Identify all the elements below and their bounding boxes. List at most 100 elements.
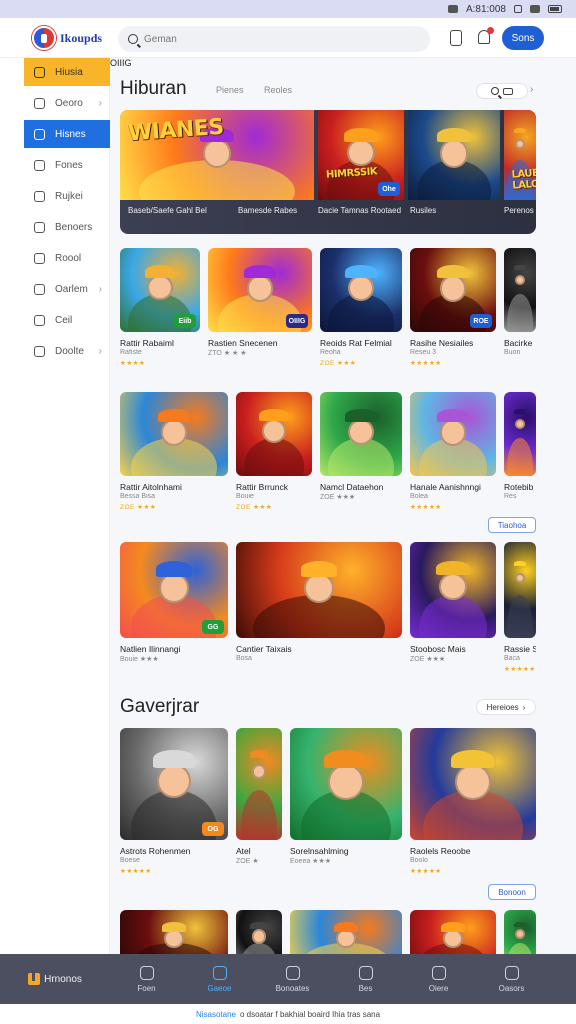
- sidebar-item-9[interactable]: Doolte ›: [24, 337, 110, 365]
- sidebar-item-7[interactable]: Oarlem ›: [24, 275, 110, 303]
- sidebar-item-0[interactable]: Hiusia: [24, 58, 110, 86]
- game-title[interactable]: Bacirke: [504, 338, 536, 348]
- sidebar-item-label: Doolte: [55, 345, 84, 357]
- game-title[interactable]: Cantier Taixais: [236, 644, 402, 654]
- game-thumbnail[interactable]: [290, 910, 402, 954]
- game-thumbnail[interactable]: [504, 248, 536, 332]
- signal-icon: [530, 5, 540, 13]
- device-icon[interactable]: [450, 30, 462, 46]
- featured-title[interactable]: Dacie Tamnas Rootaed: [318, 206, 401, 215]
- sidebar-item-label: Roool: [55, 252, 82, 264]
- game-thumbnail[interactable]: [236, 728, 282, 840]
- game-thumbnail[interactable]: [320, 248, 402, 332]
- game-title[interactable]: Stoobosc Mais: [410, 644, 496, 654]
- game-thumbnail[interactable]: [410, 392, 496, 476]
- sidebar-item-8[interactable]: Ceil: [24, 306, 110, 334]
- bottom-app-button[interactable]: Hrnonos: [0, 954, 110, 1004]
- game-title[interactable]: Rattir Aitolnhami: [120, 482, 228, 492]
- game-thumbnail[interactable]: [410, 542, 496, 638]
- nav-item-5[interactable]: Oasors: [475, 954, 548, 1004]
- more-button-2[interactable]: Bonoon: [488, 884, 536, 900]
- sidebar-item-4[interactable]: Rujkei: [24, 182, 110, 210]
- game-title[interactable]: Rotebib: [504, 482, 536, 492]
- tab-pienes[interactable]: Pienes: [216, 85, 244, 95]
- game-title[interactable]: Reoids Rat Felmial: [320, 338, 402, 348]
- featured-title[interactable]: Baseb/Saefe Gahl Bel: [128, 206, 207, 215]
- game-thumbnail[interactable]: ROE: [410, 248, 496, 332]
- game-thumbnail[interactable]: GG: [120, 542, 228, 638]
- game-thumbnail[interactable]: [408, 110, 500, 200]
- sidebar-item-label: Hisnes: [55, 128, 86, 140]
- game-grid-hiburan: Eiib Rattir Rabaiml Rafiste ★★★★ OIIIG OIIIG R…: [110, 58, 576, 673]
- search-input[interactable]: [144, 33, 404, 45]
- game-thumbnail[interactable]: [410, 728, 536, 840]
- game-badge: GG: [202, 620, 224, 634]
- featured-title[interactable]: Perenos: [504, 206, 534, 215]
- game-thumbnail[interactable]: WIANES: [120, 110, 314, 200]
- search-bar[interactable]: [118, 26, 430, 52]
- app-mark-icon: [28, 973, 41, 985]
- sidebar-item-5[interactable]: Benoers: [24, 213, 110, 241]
- nav-item-0[interactable]: Foen: [110, 954, 183, 1004]
- game-thumbnail[interactable]: Ohe HIMRSSIK: [318, 110, 404, 200]
- game-title[interactable]: Rattir Rabaiml: [120, 338, 200, 348]
- game-thumbnail[interactable]: [120, 910, 228, 954]
- grid-icon: [34, 252, 45, 264]
- tab-reoles[interactable]: Reoles: [264, 85, 292, 95]
- game-thumbnail[interactable]: [504, 910, 536, 954]
- game-title[interactable]: Natlien Ilinnangi: [120, 644, 228, 654]
- view-toggle[interactable]: [476, 83, 528, 99]
- game-title[interactable]: Hanale Aanishnngi: [410, 482, 496, 492]
- game-title[interactable]: Rattir Brrunck: [236, 482, 312, 492]
- game-thumbnail[interactable]: [504, 542, 536, 638]
- game-icon: [34, 66, 45, 78]
- filter-dropdown[interactable]: Hereioes ›: [476, 699, 536, 715]
- character-hat: [513, 922, 527, 928]
- nav-item-1[interactable]: Gaeoe: [183, 954, 256, 1004]
- chevron-right-icon: ›: [98, 97, 102, 109]
- nav-item-3[interactable]: Bes: [329, 954, 402, 1004]
- notification-icon[interactable]: [478, 27, 494, 44]
- featured-title[interactable]: Rusiles: [410, 206, 436, 215]
- sidebar-item-6[interactable]: Roool: [24, 244, 110, 272]
- brand-logo-icon[interactable]: [32, 26, 56, 50]
- game-title[interactable]: Rastien Snecenen: [208, 338, 312, 348]
- game-thumbnail[interactable]: [320, 392, 402, 476]
- character-hat: [513, 561, 527, 567]
- game-title[interactable]: Sorelnsahlming: [290, 846, 402, 856]
- sidebar-item-3[interactable]: Fones: [24, 151, 110, 179]
- app-header: Ikoupds Sons: [0, 18, 576, 58]
- game-title[interactable]: Raolels Reoobe: [410, 846, 536, 856]
- footer: Nisasotane o dsoatar f bakhial boaird Ih…: [0, 1004, 576, 1024]
- game-thumbnail[interactable]: LAUEERE LALOROS: [504, 110, 536, 200]
- brand-name[interactable]: Ikoupds: [60, 31, 102, 46]
- game-thumbnail[interactable]: [410, 910, 496, 954]
- sidebar-item-1[interactable]: Oeoro ›: [24, 89, 110, 117]
- nav-item-4[interactable]: Oiere: [402, 954, 475, 1004]
- game-title[interactable]: Rassie Senbeelaans: [504, 644, 536, 654]
- featured-carousel[interactable]: WIANESOheHIMRSSIKLAUEERE LALOROSHIMRSSIK…: [120, 110, 536, 234]
- chevron-right-icon[interactable]: ›: [530, 84, 533, 95]
- featured-title[interactable]: Bamesde Rabes: [238, 206, 297, 215]
- signin-button[interactable]: Sons: [502, 26, 544, 50]
- game-thumbnail[interactable]: [236, 392, 312, 476]
- game-thumbnail[interactable]: Eiib: [120, 248, 200, 332]
- game-title[interactable]: Atel: [236, 846, 282, 856]
- game-title[interactable]: Astrots Rohenmen: [120, 846, 228, 856]
- game-thumbnail[interactable]: [236, 542, 402, 638]
- game-thumbnail[interactable]: [504, 392, 536, 476]
- footer-link[interactable]: Nisasotane: [196, 1010, 236, 1019]
- game-thumbnail[interactable]: [120, 392, 228, 476]
- game-title[interactable]: Namcl Dataehon: [320, 482, 402, 492]
- game-thumbnail[interactable]: [236, 910, 282, 954]
- game-thumbnail[interactable]: OG: [120, 728, 228, 840]
- sidebar-item-2[interactable]: Hisnes: [24, 120, 110, 148]
- game-thumbnail[interactable]: OIIIG: [208, 248, 312, 332]
- nav-item-2[interactable]: Bonoates: [256, 954, 329, 1004]
- bottom-nav: Hrnonos Foen Gaeoe Bonoates Bes Oiere Oasors: [0, 954, 576, 1004]
- game-title[interactable]: Rasihe Nesiailes: [410, 338, 496, 348]
- more-button[interactable]: Tiaohoa: [488, 517, 536, 533]
- character-art: [246, 274, 274, 302]
- game-thumbnail[interactable]: [290, 728, 402, 840]
- game-subtitle: Reoha: [320, 349, 341, 356]
